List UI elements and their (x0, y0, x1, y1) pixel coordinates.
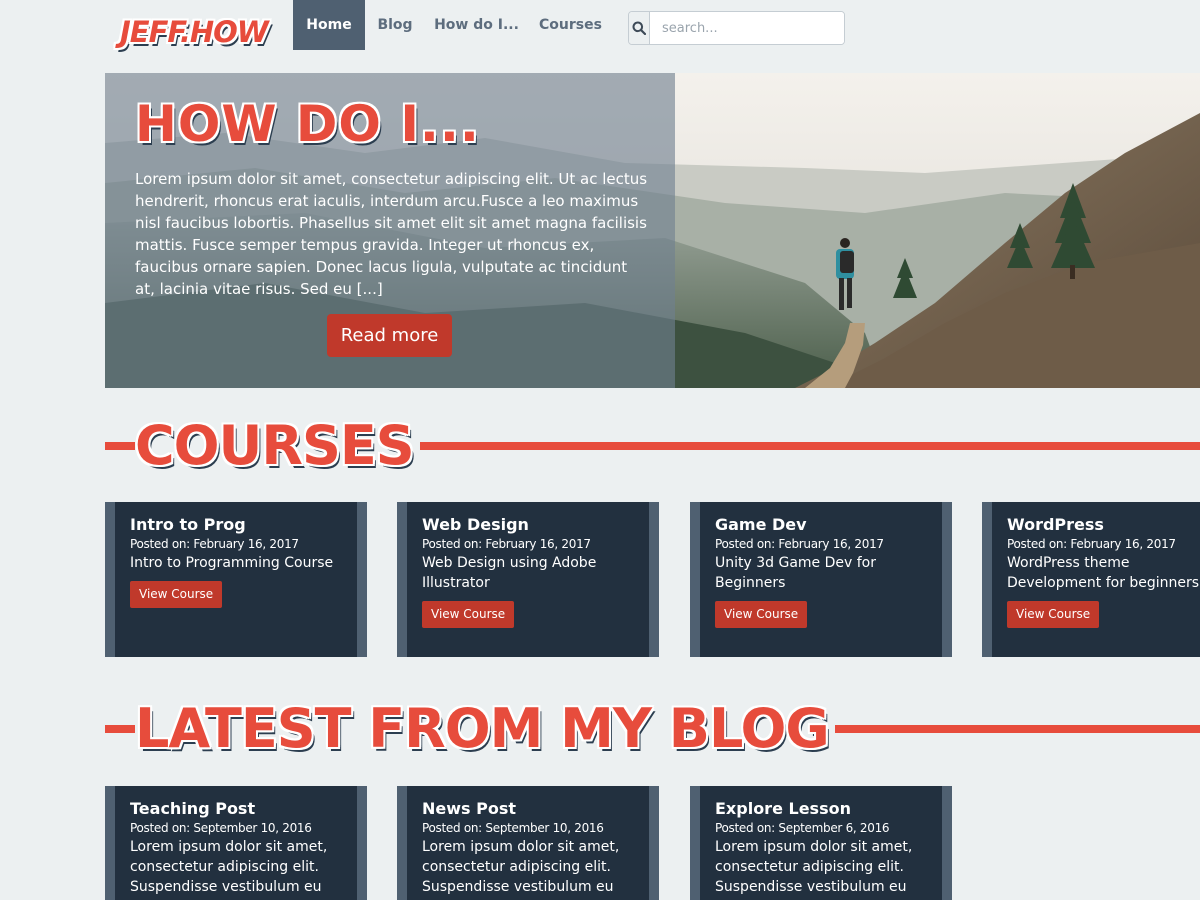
blog-post-card: Teaching Post Posted on: September 10, 2… (105, 786, 367, 900)
search-button[interactable] (629, 12, 650, 44)
blog-heading: LATEST FROM MY BLOG (135, 694, 835, 764)
view-course-button[interactable]: View Course (715, 601, 808, 628)
logo-text: JEFF.HOW (120, 15, 269, 49)
course-title[interactable]: Game Dev (715, 515, 942, 535)
post-date: Posted on: September 10, 2016 (130, 821, 312, 835)
view-course-button[interactable]: View Course (130, 581, 223, 608)
blog-section-heading: LATEST FROM MY BLOG (105, 694, 1200, 764)
hero-banner: HOW DO I... Lorem ipsum dolor sit amet, … (105, 73, 1200, 388)
blog-post-card: News Post Posted on: September 10, 2016 … (397, 786, 659, 900)
nav-home[interactable]: Home (293, 0, 365, 50)
course-description: WordPress theme Development for beginner… (1007, 555, 1200, 591)
blog-post-card: Explore Lesson Posted on: September 6, 2… (690, 786, 952, 900)
post-excerpt: Lorem ipsum dolor sit amet, consectetur … (715, 839, 913, 895)
post-excerpt: Lorem ipsum dolor sit amet, consectetur … (130, 839, 328, 895)
hero-title: HOW DO I... (135, 95, 480, 153)
course-title[interactable]: Web Design (422, 515, 649, 535)
search-input[interactable] (650, 12, 844, 44)
post-title[interactable]: Teaching Post (130, 799, 357, 819)
nav-courses[interactable]: Courses (528, 0, 613, 50)
course-date: Posted on: February 16, 2017 (422, 537, 591, 551)
nav-blog[interactable]: Blog (365, 0, 425, 50)
course-title[interactable]: WordPress (1007, 515, 1200, 535)
read-more-button[interactable]: Read more (327, 314, 452, 357)
course-description: Intro to Programming Course (130, 555, 334, 571)
search-box (628, 11, 845, 45)
post-excerpt: Lorem ipsum dolor sit amet, consectetur … (422, 839, 620, 895)
post-date: Posted on: September 10, 2016 (422, 821, 604, 835)
nav-how-do-i[interactable]: How do I... (425, 0, 528, 50)
hero-excerpt: Lorem ipsum dolor sit amet, consectetur … (135, 170, 648, 298)
course-description: Web Design using Adobe Illustrator (422, 555, 597, 591)
course-card: Web Design Posted on: February 16, 2017 … (397, 502, 659, 657)
course-date: Posted on: February 16, 2017 (1007, 537, 1176, 551)
courses-section-heading: COURSES (105, 411, 1200, 481)
view-course-button[interactable]: View Course (1007, 601, 1100, 628)
course-card: WordPress Posted on: February 16, 2017 W… (982, 502, 1200, 657)
site-logo[interactable]: JEFF.HOW (120, 12, 280, 52)
course-date: Posted on: February 16, 2017 (130, 537, 299, 551)
course-title[interactable]: Intro to Prog (130, 515, 357, 535)
course-date: Posted on: February 16, 2017 (715, 537, 884, 551)
course-description: Unity 3d Game Dev for Beginners (715, 555, 876, 591)
course-card: Intro to Prog Posted on: February 16, 20… (105, 502, 367, 657)
post-title[interactable]: Explore Lesson (715, 799, 942, 819)
course-card: Game Dev Posted on: February 16, 2017 Un… (690, 502, 952, 657)
courses-heading: COURSES (135, 411, 420, 481)
view-course-button[interactable]: View Course (422, 601, 515, 628)
post-title[interactable]: News Post (422, 799, 649, 819)
search-icon (632, 21, 646, 35)
post-date: Posted on: September 6, 2016 (715, 821, 890, 835)
